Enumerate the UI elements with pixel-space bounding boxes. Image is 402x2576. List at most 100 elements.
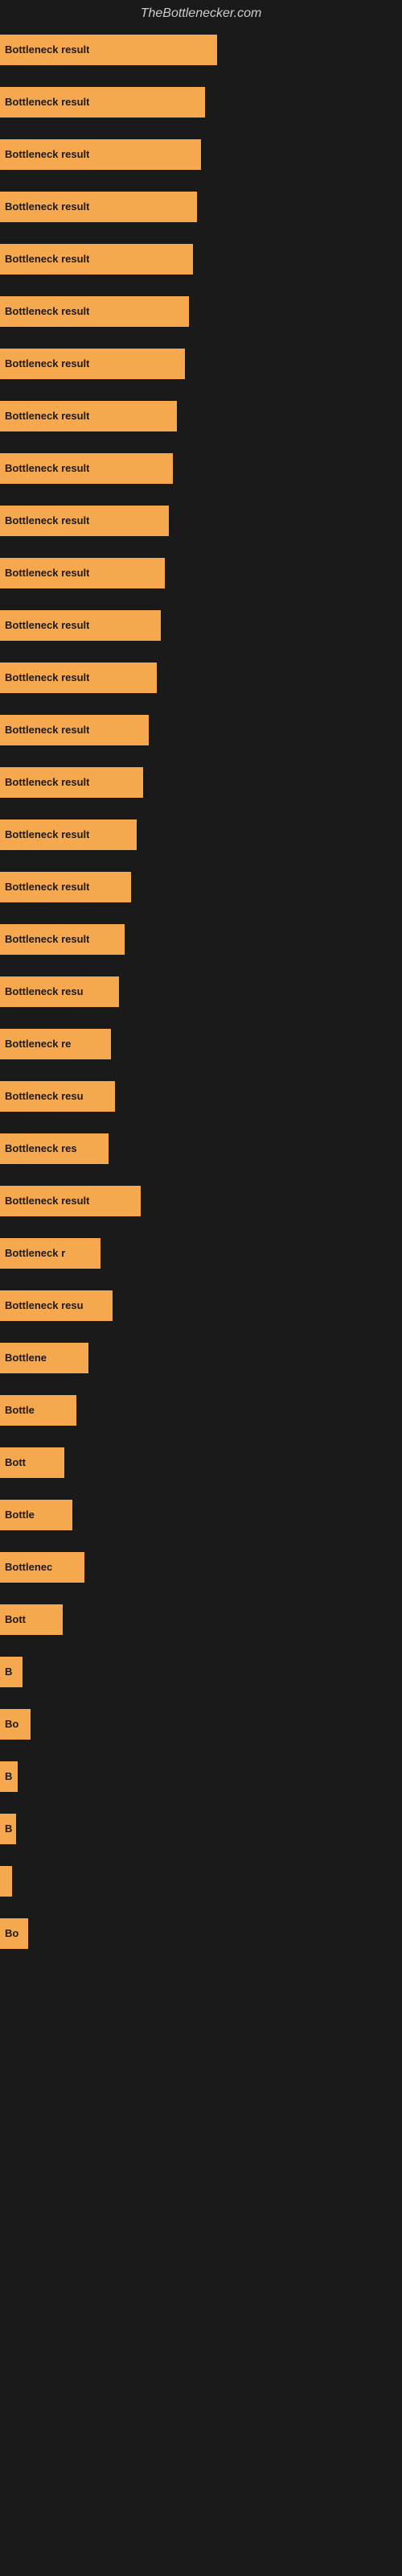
list-item: Bottleneck resu [0, 1283, 402, 1327]
bar: Bottle [0, 1395, 76, 1426]
bar [0, 1866, 12, 1897]
bar-label: Bottleneck result [5, 253, 89, 265]
bar-label: B [5, 1770, 12, 1782]
bar: B [0, 1657, 23, 1687]
bar: Bottleneck result [0, 767, 143, 798]
bar: Bottleneck resu [0, 976, 119, 1007]
list-item: Bo [0, 1702, 402, 1746]
list-item: Bottleneck result [0, 551, 402, 595]
bar-label: Bottleneck re [5, 1038, 71, 1050]
list-item: Bottleneck result [0, 760, 402, 804]
list-item: Bottleneck result [0, 394, 402, 438]
bar-label: Bottlene [5, 1352, 47, 1364]
list-item: Bottleneck result [0, 655, 402, 700]
bar-label: Bottleneck result [5, 462, 89, 474]
list-item: Bottleneck result [0, 289, 402, 333]
bar: Bottleneck re [0, 1029, 111, 1059]
bar: Bottleneck result [0, 558, 165, 588]
list-item: B [0, 1649, 402, 1694]
bar-label: Bottleneck res [5, 1142, 77, 1154]
list-item: Bottleneck result [0, 237, 402, 281]
list-item [0, 1859, 402, 1903]
list-item: Bottlene [0, 1335, 402, 1380]
bar-label: Bottleneck result [5, 410, 89, 422]
bar-label: Bottleneck result [5, 514, 89, 526]
bar-label: Bottleneck result [5, 724, 89, 736]
bar: Bottleneck result [0, 1186, 141, 1216]
bar-label: B [5, 1823, 12, 1835]
list-item: B [0, 1806, 402, 1851]
bar-label: B [5, 1666, 12, 1678]
bar-label: Bott [5, 1456, 26, 1468]
bar: Bottleneck result [0, 349, 185, 379]
bar: Bottleneck result [0, 401, 177, 431]
bar: Bottleneck result [0, 819, 137, 850]
list-item: Bottleneck resu [0, 969, 402, 1013]
bar: Bottleneck result [0, 506, 169, 536]
list-item: Bottleneck result [0, 603, 402, 647]
bar-label: Bottleneck result [5, 881, 89, 893]
bar: Bottleneck result [0, 35, 217, 65]
list-item: Bottleneck result [0, 812, 402, 857]
list-item: Bottle [0, 1492, 402, 1537]
bar-label: Bottleneck result [5, 567, 89, 579]
bar: Bottleneck result [0, 139, 201, 170]
bar-label: Bottleneck resu [5, 1090, 84, 1102]
bar: Bottleneck result [0, 453, 173, 484]
bar-label: Bottleneck result [5, 96, 89, 108]
bar-label: Bottleneck result [5, 671, 89, 683]
bar: Bottleneck resu [0, 1290, 113, 1321]
bar: Bottleneck result [0, 192, 197, 222]
bar: Bottleneck result [0, 296, 189, 327]
bar-label: Bottleneck resu [5, 1299, 84, 1311]
list-item: Bottleneck result [0, 708, 402, 752]
bar-label: Bottle [5, 1509, 35, 1521]
bar: Bottleneck res [0, 1133, 109, 1164]
bar-label: Bottleneck result [5, 148, 89, 160]
bar-label: Bottleneck result [5, 776, 89, 788]
list-item: Bottleneck res [0, 1126, 402, 1170]
bar: Bottleneck result [0, 715, 149, 745]
list-item: Bottleneck r [0, 1231, 402, 1275]
list-item: Bott [0, 1440, 402, 1484]
bar-container: Bottleneck result Bottleneck result Bottle… [0, 27, 402, 1955]
bar: Bott [0, 1604, 63, 1635]
bar: Bottlenec [0, 1552, 84, 1583]
bar: Bottleneck r [0, 1238, 100, 1269]
bar: Bottleneck result [0, 244, 193, 275]
list-item: Bottlenec [0, 1545, 402, 1589]
bar-label: Bottleneck result [5, 43, 89, 56]
bar-label: Bottleneck result [5, 200, 89, 213]
list-item: Bottleneck result [0, 184, 402, 229]
list-item: Bottleneck result [0, 498, 402, 543]
bar-label: Bottle [5, 1404, 35, 1416]
bar: Bottleneck result [0, 663, 157, 693]
list-item: Bottleneck result [0, 917, 402, 961]
bar-label: Bottleneck result [5, 357, 89, 369]
bar-label: Bottleneck result [5, 828, 89, 840]
site-title: TheBottlenecker.com [0, 0, 402, 27]
bar-label: Bottleneck result [5, 933, 89, 945]
bar-label: Bottleneck result [5, 305, 89, 317]
bar-label: Bottlenec [5, 1561, 52, 1573]
bar: Bo [0, 1918, 28, 1949]
list-item: Bottle [0, 1388, 402, 1432]
bar: Bottleneck resu [0, 1081, 115, 1112]
list-item: Bottleneck result [0, 80, 402, 124]
bar: B [0, 1814, 16, 1844]
bar-label: Bottleneck resu [5, 985, 84, 997]
bar-label: Bo [5, 1927, 18, 1939]
list-item: Bottleneck result [0, 27, 402, 72]
list-item: B [0, 1754, 402, 1798]
bar-label: Bott [5, 1613, 26, 1625]
bar: Bottleneck result [0, 87, 205, 118]
list-item: Bo [0, 1911, 402, 1955]
bar-label: Bottleneck result [5, 619, 89, 631]
list-item: Bottleneck result [0, 1179, 402, 1223]
list-item: Bottleneck result [0, 865, 402, 909]
list-item: Bottleneck result [0, 446, 402, 490]
bar: Bottlene [0, 1343, 88, 1373]
bar: Bott [0, 1447, 64, 1478]
list-item: Bottleneck result [0, 132, 402, 176]
list-item: Bottleneck result [0, 341, 402, 386]
